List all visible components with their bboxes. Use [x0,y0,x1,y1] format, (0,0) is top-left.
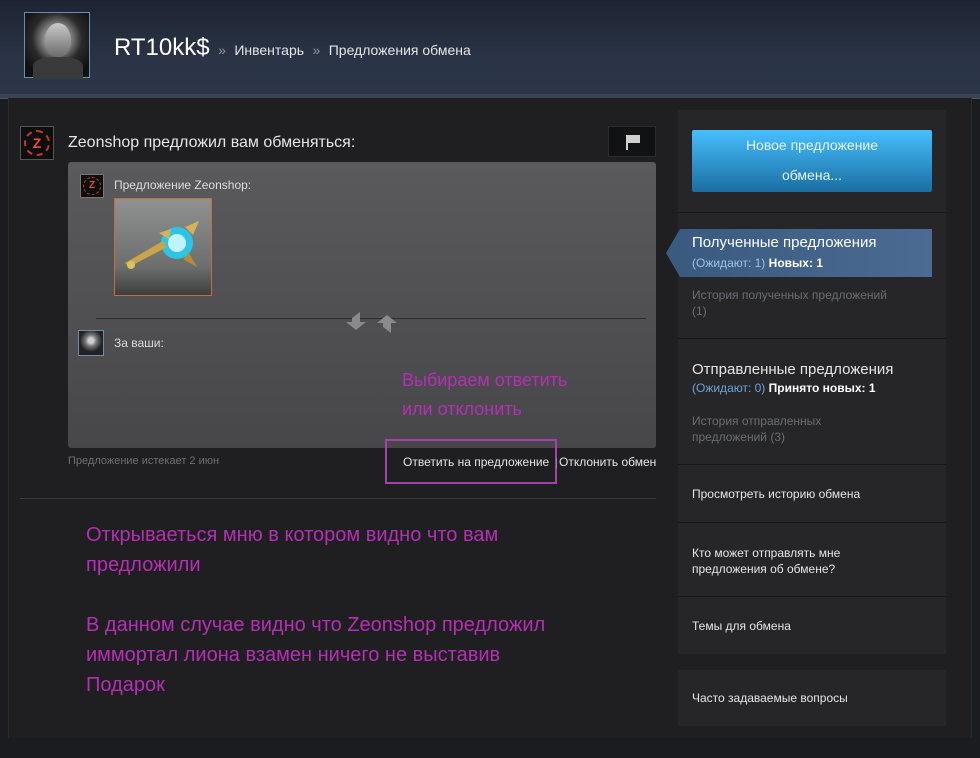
your-mini-avatar[interactable] [78,330,104,356]
received-history-line: История полученных предложений [692,288,887,302]
sidebar-divider [678,464,946,465]
sent-history-line: История отправленных [692,414,822,428]
sidebar-item-topics[interactable]: Темы для обмена [692,618,932,634]
breadcrumb-separator: » [218,42,226,58]
offer-title: Zeonshop предложил вам обменяться: [68,134,356,151]
breadcrumb-inventory[interactable]: Инвентарь [234,42,304,58]
header: RT10kk$ » Инвентарь » Предложения обмена [0,0,980,99]
flag-icon-cloth [628,135,640,143]
annotation-case-line: Подарок [86,674,165,696]
received-title: Полученные предложения [692,234,877,251]
partner-mini-avatar[interactable]: Z [80,174,104,198]
annotation-menu-line: предложили [86,554,201,576]
annotation-case: В данном случае видно что Zeonshop предл… [86,610,646,700]
annotation-case-line: В данном случае видно что Zeonshop предл… [86,614,546,636]
your-items-label: За ваши: [114,336,164,350]
received-history-link[interactable]: История полученных предложений (1) [692,287,932,319]
annotation-choose: Выбираем ответить или отклонить [402,366,622,424]
who-can-line: предложения об обмене? [692,562,836,576]
sidebar-divider [678,338,946,339]
received-new: Новых: 1 [768,256,823,270]
report-flag-button[interactable] [608,126,656,157]
who-can-line: Кто может отправлять мне [692,546,841,560]
section-divider [20,498,656,499]
sent-counts: (Ожидают: 0) Принято новых: 1 [692,381,876,395]
new-offer-button[interactable]: Новое предложение обмена... [692,130,932,192]
offer-panel: Z Предложение Zeonshop: За ваши: Выбирае… [68,162,656,448]
breadcrumb: RT10kk$ » Инвентарь » Предложения обмена [114,34,471,62]
sent-history-line: предложений (3) [692,430,785,444]
sidebar-item-who-can-send[interactable]: Кто может отправлять мне предложения об … [692,545,932,577]
exchange-arrows-icon [346,312,397,333]
sidebar-item-sent[interactable]: Отправленные предложения [692,361,893,378]
action-separator: | [555,455,559,469]
avatar-body [33,57,83,79]
user-avatar[interactable] [24,12,90,79]
decline-offer-link[interactable]: Отклонить обмен [559,455,656,469]
their-items-label: Предложение Zeonshop: [114,178,252,192]
received-history-line: (1) [692,304,707,318]
received-waiting: (Ожидают: 1) [692,256,766,270]
annotation-choose-line: или отклонить [402,399,522,419]
new-offer-label: обмена... [781,167,843,183]
breadcrumb-offers[interactable]: Предложения обмена [329,42,471,58]
new-offer-label: Новое предложение [745,137,879,153]
breadcrumb-username[interactable]: RT10kk$ [114,34,210,61]
sent-new: Принято новых: 1 [768,381,876,395]
annotation-menu-line: Открываеться мню в котором видно что вам [86,524,499,546]
respond-offer-link[interactable]: Ответить на предложение [403,455,549,469]
offer-expiry: Предложение истекает 2 июн [68,455,220,467]
sent-history-link[interactable]: История отправленных предложений (3) [692,413,932,445]
annotation-case-line: иммортал лиона взамен ничего не выставив [86,644,501,666]
sidebar-divider [678,212,946,213]
partner-mini-letter: Z [88,180,96,191]
sent-waiting: (Ожидают: 0) [692,381,766,395]
annotation-choose-line: Выбираем ответить [402,370,568,390]
partner-avatar-letter: Z [32,135,42,151]
annotation-menu: Открываеться мню в котором видно что вам… [86,520,626,580]
sidebar-divider [678,522,946,523]
sidebar-item-received[interactable]: Полученные предложения (Ожидают: 1) Новы… [666,229,932,277]
received-counts: (Ожидают: 1) Новых: 1 [692,256,823,270]
sidebar-item-trade-history[interactable]: Просмотреть историю обмена [692,486,932,502]
sidebar-divider [678,596,946,597]
avatar-face [45,23,71,57]
partner-avatar[interactable]: Z [20,126,54,160]
item-icon [125,221,199,269]
sidebar-item-faq[interactable]: Часто задаваемые вопросы [692,690,932,706]
breadcrumb-separator: » [312,42,321,58]
offered-item-slot[interactable] [114,198,212,296]
